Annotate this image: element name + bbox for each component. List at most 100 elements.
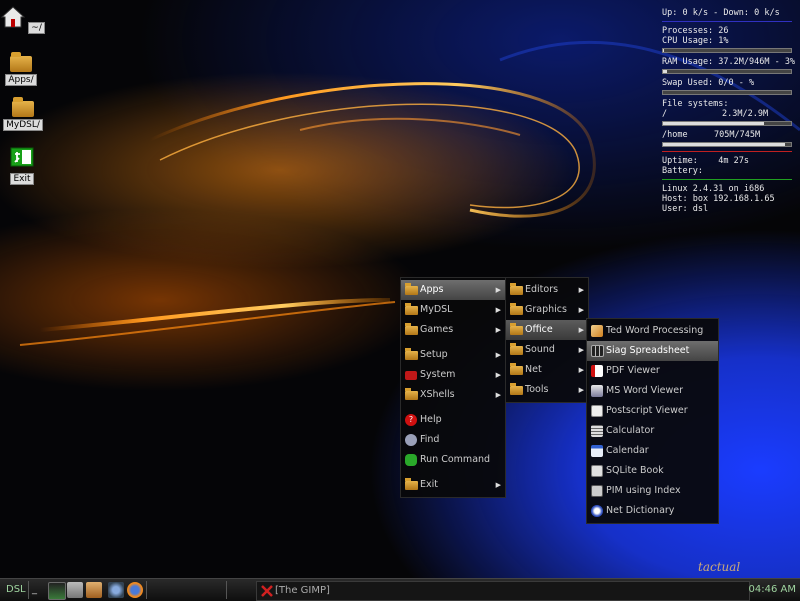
desktop-icon-exit[interactable]: Exit	[0, 146, 47, 185]
folder-icon	[510, 303, 523, 315]
menu-item-label: Graphics	[525, 304, 567, 315]
submenu-arrow-icon: ▶	[495, 351, 501, 359]
package-icon[interactable]	[86, 582, 102, 598]
run-icon	[405, 454, 417, 466]
clock: 04:46 AM	[748, 584, 796, 595]
menu-item-label: XShells	[420, 389, 455, 400]
menu-item-label: Calendar	[606, 445, 649, 456]
office-menu: Ted Word Processing Siag Spreadsheet PDF…	[586, 318, 719, 524]
menu-item-sqlite-book[interactable]: SQLite Book	[587, 461, 718, 481]
taskbar: DSL _ [The GIMP] 04:46 AM	[0, 578, 800, 601]
menu-item-apps[interactable]: Apps ▶	[401, 280, 505, 300]
menu-item-label: Calculator	[606, 425, 655, 436]
menu-item-calculator[interactable]: Calculator	[587, 421, 718, 441]
folder-icon	[405, 478, 418, 490]
menu-item-ms-word-viewer[interactable]: MS Word Viewer	[587, 381, 718, 401]
swap-usage: Swap Used: 0/0 - %	[662, 78, 755, 88]
submenu-arrow-icon: ▶	[578, 366, 584, 374]
apps-menu: Editors ▶ Graphics ▶ Office ▶ Sound ▶ Ne…	[505, 277, 589, 403]
desktop-icon-apps[interactable]: Apps/	[0, 52, 46, 86]
submenu-arrow-icon: ▶	[495, 481, 501, 489]
menu-item-label: MS Word Viewer	[606, 385, 683, 396]
start-button[interactable]: DSL	[6, 581, 26, 599]
calendar-icon	[591, 445, 603, 457]
menu-item-label: MyDSL	[420, 304, 453, 315]
menu-item-ted-word-processing[interactable]: Ted Word Processing	[587, 321, 718, 341]
menu-item-label: Office	[525, 324, 553, 335]
menu-item-label: Sound	[525, 344, 555, 355]
system-icon	[405, 371, 417, 380]
ram-bar-fill	[663, 70, 667, 73]
battery: Battery:	[662, 166, 703, 176]
menu-item-label: Games	[420, 324, 454, 335]
menu-item-setup[interactable]: Setup ▶	[401, 345, 505, 365]
menu-item-run-command[interactable]: Run Command	[401, 450, 505, 470]
menu-item-find[interactable]: Find	[401, 430, 505, 450]
cpu-bar	[662, 48, 792, 53]
cpu-bar-fill	[663, 49, 665, 52]
user-info: User: dsl	[662, 204, 709, 214]
folder-icon	[405, 303, 418, 315]
menu-item-label: SQLite Book	[606, 465, 664, 476]
network-icon[interactable]	[108, 582, 124, 598]
menu-item-label: Net	[525, 364, 542, 375]
uptime: Uptime: 4m 27s	[662, 156, 749, 166]
firefox-icon[interactable]	[127, 582, 143, 598]
menu-item-pdf-viewer[interactable]: PDF Viewer	[587, 361, 718, 381]
folder-icon	[405, 323, 418, 335]
menu-item-net[interactable]: Net ▶	[506, 360, 588, 380]
submenu-arrow-icon: ▶	[578, 386, 584, 394]
desktop-icon-label: ~/	[28, 22, 45, 34]
sqlite-icon	[591, 465, 603, 477]
menu-item-graphics[interactable]: Graphics ▶	[506, 300, 588, 320]
menu-item-games[interactable]: Games ▶	[401, 320, 505, 340]
terminal-icon[interactable]	[48, 582, 66, 600]
submenu-arrow-icon: ▶	[495, 286, 501, 294]
menu-item-editors[interactable]: Editors ▶	[506, 280, 588, 300]
menu-item-label: Apps	[420, 284, 444, 295]
taskbar-task-gimp[interactable]: [The GIMP]	[256, 581, 750, 601]
exit-icon	[10, 147, 34, 167]
word-viewer-icon	[591, 385, 603, 397]
ram-usage: RAM Usage: 37.2M/946M - 3%	[662, 57, 796, 67]
menu-item-label: Net Dictionary	[606, 505, 675, 516]
desktop-icon-label: MyDSL/	[3, 119, 43, 131]
menu-item-xshells[interactable]: XShells ▶	[401, 385, 505, 405]
menu-item-label: Find	[420, 434, 440, 445]
fs-home-bar-fill	[663, 143, 785, 146]
menu-item-net-dictionary[interactable]: Net Dictionary	[587, 501, 718, 521]
folder-icon	[10, 52, 32, 72]
fs-root-bar-fill	[663, 122, 765, 125]
folder-icon	[405, 283, 418, 295]
menu-item-exit[interactable]: Exit ▶	[401, 475, 505, 495]
menu-item-pim-using-index[interactable]: PIM using Index	[587, 481, 718, 501]
host-info: Host: box 192.168.1.65	[662, 194, 775, 204]
net-speed: Up: 0 k/s - Down: 0 k/s	[662, 8, 780, 18]
folder-icon	[510, 383, 523, 395]
file-manager-icon[interactable]	[67, 582, 83, 598]
ram-bar	[662, 69, 792, 74]
desktop-icon-mydsl[interactable]: MyDSL/	[0, 97, 48, 131]
menu-item-calendar[interactable]: Calendar	[587, 441, 718, 461]
menu-item-postscript-viewer[interactable]: Postscript Viewer	[587, 401, 718, 421]
menu-item-label: Postscript Viewer	[606, 405, 688, 416]
menu-item-label: System	[420, 369, 456, 380]
submenu-arrow-icon: ▶	[578, 306, 584, 314]
menu-item-sound[interactable]: Sound ▶	[506, 340, 588, 360]
menu-item-label: Tools	[525, 384, 549, 395]
menu-item-mydsl[interactable]: MyDSL ▶	[401, 300, 505, 320]
menu-item-system[interactable]: System ▶	[401, 365, 505, 385]
menu-item-help[interactable]: ? Help	[401, 410, 505, 430]
menu-item-tools[interactable]: Tools ▶	[506, 380, 588, 400]
menu-item-label: PDF Viewer	[606, 365, 660, 376]
menu-item-siag-spreadsheet[interactable]: Siag Spreadsheet	[587, 341, 718, 361]
fs-home: /home 705M/745M	[662, 130, 792, 140]
desktop-icon-home[interactable]: ~/	[0, 6, 48, 34]
menu-item-office[interactable]: Office ▶	[506, 320, 588, 340]
minimize-all-button[interactable]: _	[32, 581, 37, 599]
postscript-icon	[591, 405, 603, 417]
menu-item-label: Help	[420, 414, 442, 425]
desktop-icon-label: Apps/	[5, 74, 37, 86]
submenu-arrow-icon: ▶	[578, 286, 584, 294]
submenu-arrow-icon: ▶	[495, 371, 501, 379]
